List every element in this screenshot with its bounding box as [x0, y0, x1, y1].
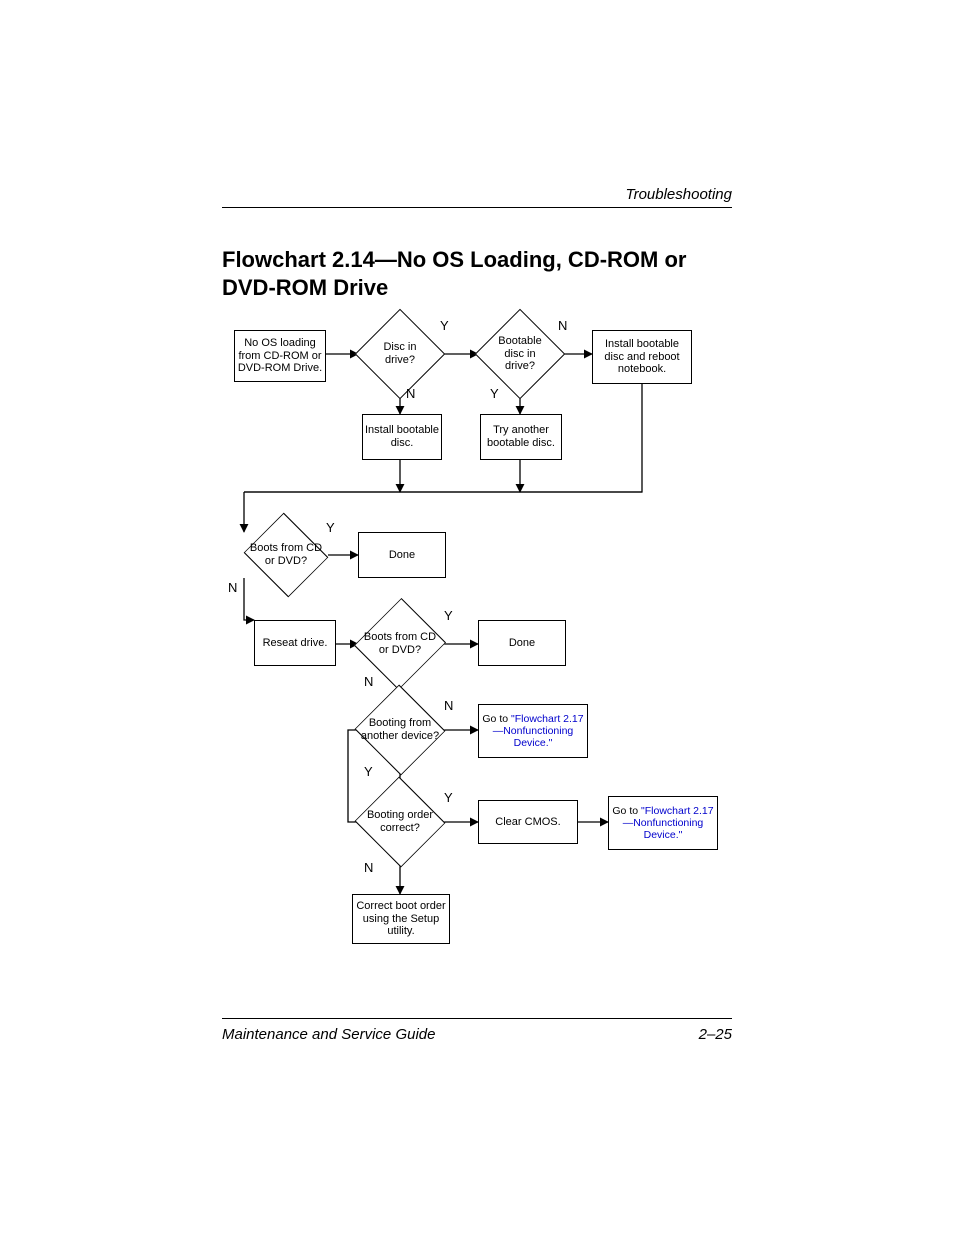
- node-correct-boot: Correct boot order using the Setup utili…: [352, 894, 450, 944]
- document-page: Troubleshooting Flowchart 2.14—No OS Loa…: [0, 0, 954, 1235]
- node-try-another: Try another bootable disc.: [480, 414, 562, 460]
- label-boots1-n: N: [228, 580, 237, 595]
- page-title: Flowchart 2.14—No OS Loading, CD-ROM or …: [222, 246, 732, 301]
- node-done-2: Done: [478, 620, 566, 666]
- node-booting-order-text: Booting order correct?: [358, 792, 442, 852]
- node-bootable-in-drive-text: Bootable disc in drive?: [488, 322, 552, 386]
- node-boots-2-text: Boots from CD or DVD?: [358, 612, 442, 676]
- node-goto-217b: Go to "Flowchart 2.17—Nonfunctioning Dev…: [608, 796, 718, 850]
- label-another-n: N: [444, 698, 453, 713]
- label-disc-n: N: [406, 386, 415, 401]
- header-section: Troubleshooting: [626, 186, 732, 203]
- label-bootable-n: N: [558, 318, 567, 333]
- footer-right: 2–25: [699, 1026, 732, 1043]
- node-install-reboot: Install bootable disc and reboot noteboo…: [592, 330, 692, 384]
- goto-217b-prefix: Go to: [612, 805, 641, 817]
- label-disc-y: Y: [440, 318, 449, 333]
- footer-rule: [222, 1018, 732, 1019]
- node-disc-in-drive: Disc in drive?: [368, 322, 432, 386]
- label-boots1-y: Y: [326, 520, 335, 535]
- header-rule: [222, 207, 732, 208]
- node-goto-217a: Go to "Flowchart 2.17—Nonfunctioning Dev…: [478, 704, 588, 758]
- label-order-n: N: [364, 860, 373, 875]
- label-boots2-n: N: [364, 674, 373, 689]
- node-done-1: Done: [358, 532, 446, 578]
- label-another-y: Y: [364, 764, 373, 779]
- node-boots-1: Boots from CD or DVD?: [244, 528, 328, 582]
- node-clear-cmos: Clear CMOS.: [478, 800, 578, 844]
- goto-217a-prefix: Go to: [482, 713, 511, 725]
- node-booting-another-text: Booting from another device?: [358, 700, 442, 760]
- node-booting-order: Booting order correct?: [358, 792, 442, 852]
- node-install-bootable: Install bootable disc.: [362, 414, 442, 460]
- label-order-y: Y: [444, 790, 453, 805]
- footer-left: Maintenance and Service Guide: [222, 1026, 435, 1043]
- node-boots-1-text: Boots from CD or DVD?: [244, 528, 328, 582]
- flowchart: No OS loading from CD-ROM or DVD-ROM Dri…: [222, 312, 736, 992]
- node-boots-2: Boots from CD or DVD?: [358, 612, 442, 676]
- label-boots2-y: Y: [444, 608, 453, 623]
- node-disc-in-drive-text: Disc in drive?: [368, 322, 432, 386]
- node-booting-another: Booting from another device?: [358, 700, 442, 760]
- node-start: No OS loading from CD-ROM or DVD-ROM Dri…: [234, 330, 326, 382]
- node-reseat: Reseat drive.: [254, 620, 336, 666]
- node-bootable-in-drive: Bootable disc in drive?: [488, 322, 552, 386]
- label-bootable-y: Y: [490, 386, 499, 401]
